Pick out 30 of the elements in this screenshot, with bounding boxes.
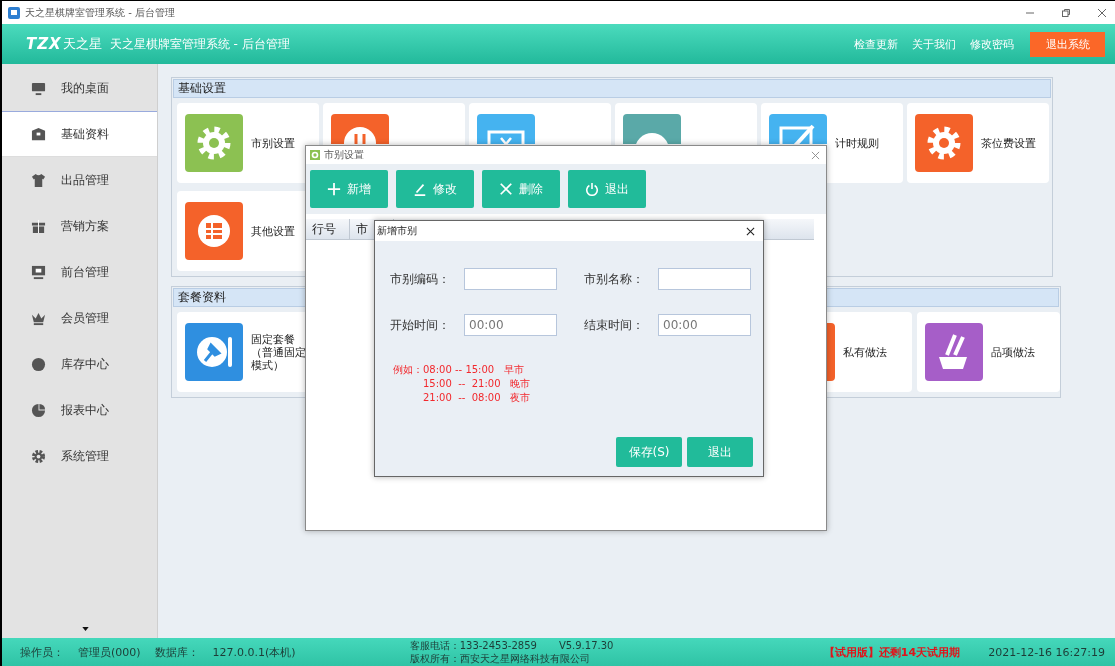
tile-label: 计时规则	[834, 136, 880, 150]
version-text: V5.9.17.30	[558, 639, 614, 652]
operator-value: 管理员(000)	[78, 644, 141, 660]
tile-label: 其他设置	[250, 224, 296, 238]
field-label: 市别名称：	[584, 270, 645, 288]
tile-label: 私有做法	[842, 345, 888, 359]
trial-notice: 【试用版】还剩14天试用期	[823, 644, 961, 660]
tile-label: 固定套餐 （普通固定 模式）	[250, 332, 307, 372]
database-label: 数据库：	[154, 644, 199, 660]
field-label: 开始时间：	[390, 316, 451, 334]
field-label: 市别编码：	[390, 270, 451, 288]
operator-label: 操作员：	[20, 644, 64, 660]
column-header: 行号	[306, 219, 350, 239]
app-title: 天之星棋牌室管理系统 - 后台管理	[109, 35, 290, 53]
window-title: 天之星棋牌室管理系统 - 后台管理	[25, 5, 175, 20]
logo-mark: TZX	[26, 35, 62, 53]
example-text: 21:00 -- 08:00 夜市	[422, 391, 532, 405]
example-text: 15:00 -- 21:00 晚市	[422, 377, 532, 391]
tile-label: 市别设置	[250, 136, 296, 150]
dialog-title: 市别设置	[324, 148, 364, 162]
logo-text: 天之星	[62, 35, 102, 53]
tile-label: 茶位费设置	[980, 136, 1037, 150]
database-value: 127.0.0.1(本机)	[212, 644, 296, 660]
copyright-text: 版权所有：西安天之星网络科技有限公司	[409, 652, 591, 665]
support-phone: 客服电话：133-2453-2859	[409, 639, 537, 652]
status-datetime: 2021-12-16 16:27:19	[988, 645, 1105, 659]
example-text: 例如：08:00 -- 15:00 早市	[393, 363, 525, 377]
tile-label: 品项做法	[990, 345, 1036, 359]
group-header: 基础设置	[173, 79, 1051, 98]
field-label: 结束时间：	[584, 316, 645, 334]
